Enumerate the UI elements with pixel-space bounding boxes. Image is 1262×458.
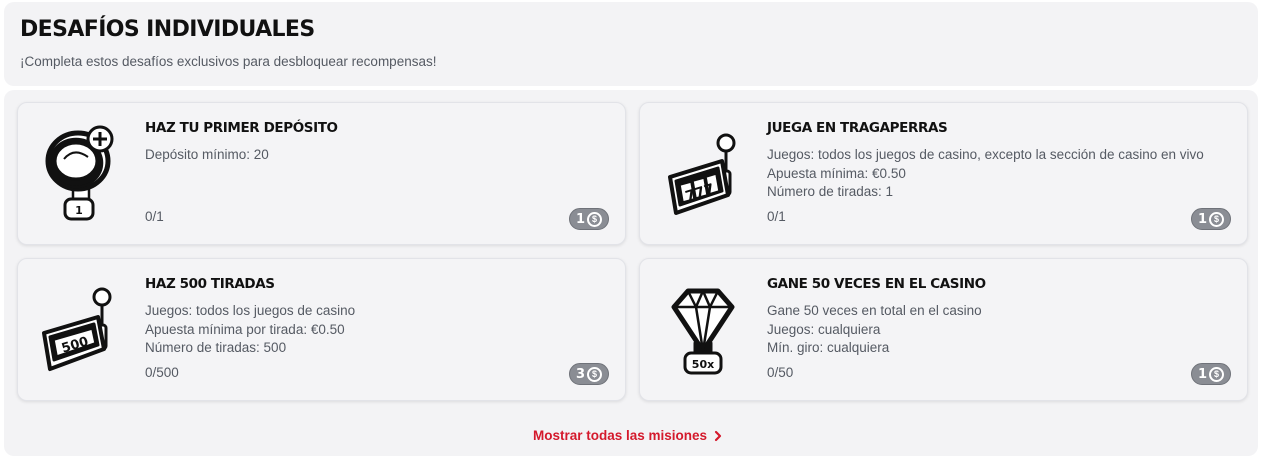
- challenge-title: GANE 50 VECES EN EL CASINO: [767, 276, 986, 292]
- reward-count: 1: [1197, 366, 1208, 382]
- icon-badge-text: 50x: [692, 358, 714, 371]
- challenge-detail: Gane 50 veces en total en el casino: [767, 303, 982, 318]
- challenge-detail: Juegos: cualquiera: [767, 321, 881, 337]
- show-all-missions-link[interactable]: Mostrar todas las misiones: [533, 428, 723, 443]
- challenge-details: Juegos: todos los juegos de casino Apues…: [145, 302, 615, 358]
- coin-icon: $: [1209, 211, 1225, 227]
- header-panel: DESAFÍOS INDIVIDUALES ¡Completa estos de…: [4, 2, 1258, 86]
- challenge-card[interactable]: 50x GANE 50 VECES EN EL CASINO Gane 50 v…: [639, 258, 1248, 401]
- challenge-details: Gane 50 veces en total en el casino Jueg…: [767, 302, 1237, 358]
- reward-badge: 3 $: [569, 363, 609, 385]
- challenge-detail: Mín. giro: cualquiera: [767, 340, 890, 355]
- challenge-card[interactable]: 777 JUEGA EN TRAGAPERRAS Juegos: todos l…: [639, 102, 1248, 245]
- diamond-icon: 50x: [671, 288, 735, 375]
- coin-icon: $: [587, 366, 603, 382]
- challenge-card[interactable]: 1 HAZ TU PRIMER DEPÓSITO Depósito mínimo…: [17, 102, 626, 245]
- challenge-detail: Juegos: todos los juegos de casino: [145, 303, 356, 318]
- challenge-detail: Juegos: todos los juegos de casino, exce…: [767, 147, 1204, 162]
- challenge-card[interactable]: 500 HAZ 500 TIRADAS Juegos: todos los ju…: [17, 258, 626, 401]
- show-all-missions-label: Mostrar todas las misiones: [533, 428, 708, 443]
- coin-icon: $: [1209, 366, 1225, 382]
- page-title: DESAFÍOS INDIVIDUALES: [20, 17, 315, 42]
- challenge-title: HAZ TU PRIMER DEPÓSITO: [145, 120, 338, 136]
- coin-icon: $: [587, 211, 603, 227]
- reward-count: 1: [1197, 211, 1208, 227]
- challenge-detail: Apuesta mínima por tirada: €0.50: [145, 321, 345, 337]
- challenge-progress: 0/1: [145, 209, 164, 224]
- slot-machine-icon: 777: [668, 133, 736, 215]
- challenge-progress: 0/1: [767, 209, 786, 224]
- reward-count: 3: [575, 366, 586, 382]
- challenge-progress: 0/500: [145, 365, 179, 380]
- challenge-detail: Apuesta mínima: €0.50: [767, 165, 906, 181]
- challenge-detail: Número de tiradas: 1: [767, 184, 894, 199]
- reward-badge: 1 $: [1191, 208, 1231, 230]
- chevron-right-icon: [714, 430, 722, 441]
- reward-badge: 1 $: [1191, 363, 1231, 385]
- challenge-details: Juegos: todos los juegos de casino, exce…: [767, 146, 1237, 202]
- reward-badge: 1 $: [569, 208, 609, 230]
- challenge-detail: Depósito mínimo: 20: [145, 147, 269, 162]
- challenge-title: HAZ 500 TIRADAS: [145, 276, 275, 292]
- challenge-title: JUEGA EN TRAGAPERRAS: [767, 120, 948, 136]
- slot-machine-icon: 500: [42, 287, 112, 371]
- challenge-details: Depósito mínimo: 20: [145, 146, 615, 165]
- icon-badge-text: 1: [75, 204, 83, 217]
- coin-plus-icon: 1: [45, 125, 114, 221]
- challenge-progress: 0/50: [767, 365, 794, 380]
- challenge-detail: Número de tiradas: 500: [145, 340, 287, 355]
- page-subtitle: ¡Completa estos desafíos exclusivos para…: [20, 54, 437, 69]
- reward-count: 1: [575, 211, 586, 227]
